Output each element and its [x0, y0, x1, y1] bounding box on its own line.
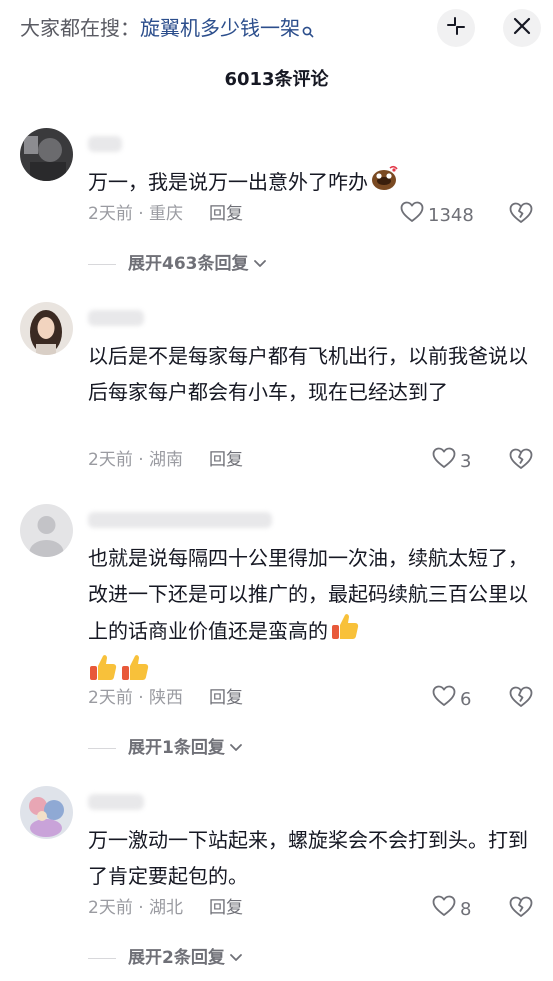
dislike-button[interactable] — [509, 448, 533, 474]
comment-time: 2天前 — [88, 450, 133, 470]
expand-replies-label: 展开2条回复 — [128, 948, 225, 968]
like-count: 6 — [460, 688, 472, 710]
reply-button[interactable]: 回复 — [209, 450, 243, 470]
chevron-down-icon — [229, 743, 243, 753]
expand-replies-label: 展开1条回复 — [128, 738, 225, 758]
like-count: 3 — [460, 450, 472, 472]
like-button[interactable]: 3 — [432, 447, 471, 476]
search-suggestion-term[interactable]: 旋翼机多少钱一架 — [140, 16, 300, 40]
heart-icon — [400, 201, 428, 230]
heart-icon — [432, 895, 460, 924]
reply-button[interactable]: 回复 — [209, 898, 243, 918]
comment-location: 湖北 — [149, 898, 184, 918]
broken-heart-icon — [509, 448, 533, 474]
username-blurred[interactable] — [88, 512, 272, 528]
username-blurred[interactable] — [88, 310, 144, 326]
comment-meta: 2天前 · 湖南 回复 — [88, 448, 243, 472]
comment-text-content: 万一激动一下站起来，螺旋桨会不会打到头。打到了肯定要起包的。 — [88, 828, 528, 888]
comment-location: 湖南 — [149, 450, 184, 470]
meta-separator: · — [132, 898, 150, 918]
avatar[interactable] — [20, 786, 73, 839]
username-blurred[interactable] — [88, 794, 144, 810]
username-blurred[interactable] — [88, 136, 122, 152]
meta-separator: · — [132, 204, 150, 224]
comment-time: 2天前 — [88, 204, 133, 224]
broken-heart-icon — [509, 686, 533, 712]
search-suggestion[interactable]: 大家都在搜：旋翼机多少钱一架 — [20, 14, 314, 45]
avatar[interactable] — [20, 128, 73, 181]
close-button[interactable] — [503, 9, 541, 47]
expand-replies-button[interactable]: 展开1条回复 — [88, 736, 243, 760]
comment-text: 以后是不是每家每户都有飞机出行，以前我爸说以后每家每户都会有小车，现在已经达到了 — [88, 338, 528, 410]
expand-replies-button[interactable]: 展开2条回复 — [88, 946, 243, 970]
comment-meta: 2天前 · 陕西 回复 — [88, 686, 243, 710]
laughing-emoji-icon — [370, 165, 398, 202]
dislike-button[interactable] — [509, 202, 533, 228]
comment-text-content: 以后是不是每家每户都有飞机出行，以前我爸说以后每家每户都会有小车，现在已经达到了 — [88, 344, 528, 404]
divider-line — [88, 957, 116, 959]
thumbs-up-icon — [330, 612, 360, 653]
expand-replies-label: 展开463条回复 — [128, 254, 249, 274]
comment-text: 也就是说每隔四十公里得加一次油，续航太短了，改进一下还是可以推广的，最起码续航三… — [88, 540, 528, 694]
comment-meta: 2天前 · 湖北 回复 — [88, 896, 243, 920]
dislike-button[interactable] — [509, 896, 533, 922]
heart-icon — [432, 685, 460, 714]
like-button[interactable]: 8 — [432, 895, 471, 924]
chevron-down-icon — [229, 953, 243, 963]
meta-separator: · — [132, 450, 150, 470]
divider-line — [88, 747, 116, 749]
divider-line — [88, 263, 116, 265]
comment-text: 万一，我是说万一出意外了咋办 — [88, 164, 528, 202]
meta-separator: · — [132, 688, 150, 708]
comment-location: 重庆 — [149, 204, 184, 224]
heart-icon — [432, 447, 460, 476]
broken-heart-icon — [509, 896, 533, 922]
avatar[interactable] — [20, 504, 73, 557]
comment-text-content: 也就是说每隔四十公里得加一次油，续航太短了，改进一下还是可以推广的，最起码续航三… — [88, 546, 528, 643]
avatar[interactable] — [20, 302, 73, 355]
comment-text-content: 万一，我是说万一出意外了咋办 — [88, 170, 368, 194]
like-button[interactable]: 1348 — [400, 201, 474, 230]
like-count: 1348 — [428, 204, 474, 226]
comment-text: 万一激动一下站起来，螺旋桨会不会打到头。打到了肯定要起包的。 — [88, 822, 528, 894]
header: 大家都在搜：旋翼机多少钱一架 — [0, 0, 553, 56]
search-suggestion-prefix: 大家都在搜： — [20, 16, 140, 40]
comment-location: 陕西 — [149, 688, 184, 708]
like-count: 8 — [460, 898, 472, 920]
expand-replies-button[interactable]: 展开463条回复 — [88, 252, 267, 276]
dislike-button[interactable] — [509, 686, 533, 712]
comment-meta: 2天前 · 重庆 回复 — [88, 202, 243, 226]
chevron-down-icon — [253, 259, 267, 269]
collapse-button[interactable] — [437, 9, 475, 47]
collapse-icon — [446, 16, 466, 40]
comments-count-title: 6013条评论 — [224, 69, 329, 90]
reply-button[interactable]: 回复 — [209, 688, 243, 708]
close-icon — [513, 17, 531, 39]
broken-heart-icon — [509, 202, 533, 228]
comment-time: 2天前 — [88, 688, 133, 708]
search-icon — [302, 17, 314, 45]
comment-time: 2天前 — [88, 898, 133, 918]
reply-button[interactable]: 回复 — [209, 204, 243, 224]
like-button[interactable]: 6 — [432, 685, 471, 714]
